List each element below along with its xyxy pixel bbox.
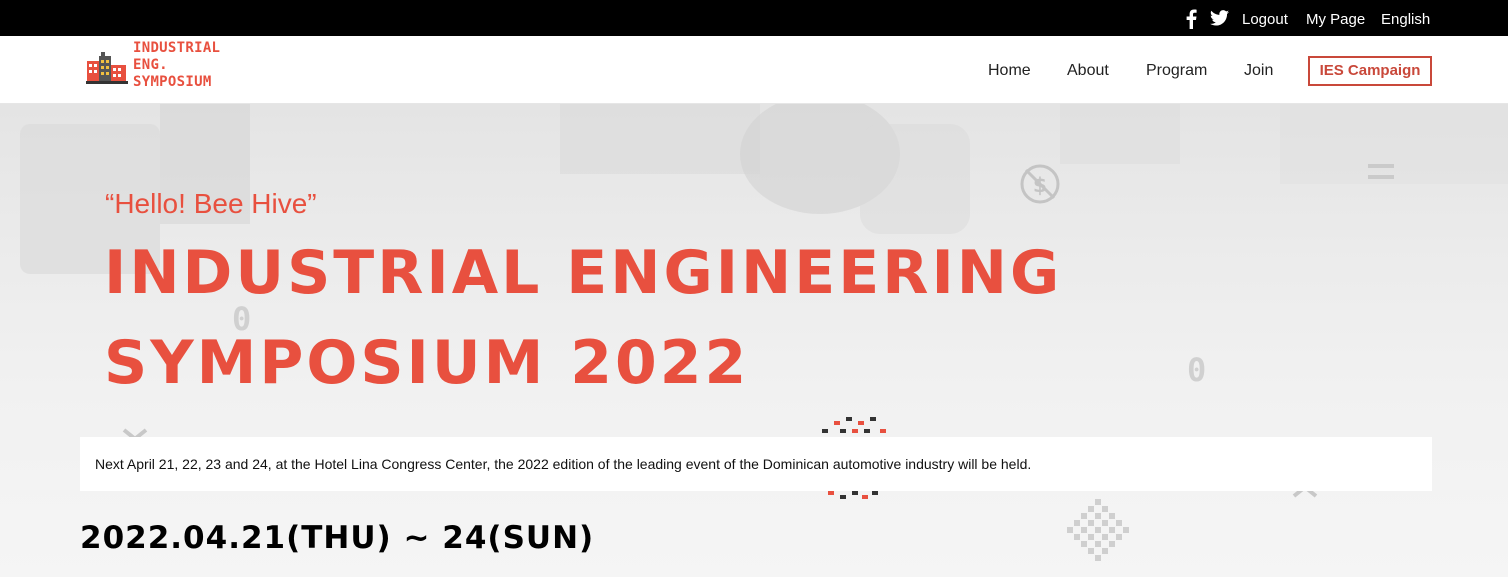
- nav-join[interactable]: Join: [1244, 62, 1273, 80]
- site-header: INDUSTRIAL ENG. SYMPOSIUM Home About Pro…: [0, 36, 1508, 104]
- event-notice-text: Next April 21, 22, 23 and 24, at the Hot…: [95, 456, 1032, 472]
- logo-line-3: SYMPOSIUM: [133, 74, 212, 90]
- logo-line-1: INDUSTRIAL: [133, 40, 221, 56]
- facebook-icon[interactable]: [1184, 9, 1198, 29]
- logo-line-2: ENG.: [133, 57, 168, 73]
- nav-about[interactable]: About: [1067, 62, 1109, 80]
- factory-logo-icon[interactable]: [86, 52, 130, 84]
- hero-subtitle: “Hello! Bee Hive”: [105, 188, 317, 219]
- nav-program[interactable]: Program: [1146, 62, 1207, 80]
- hero-section: $ 0 0: [0, 104, 1508, 577]
- hero-title: INDUSTRIAL ENGINEERING SYMPOSIUM 2022: [104, 238, 1063, 398]
- my-page-link[interactable]: My Page: [1306, 11, 1365, 29]
- twitter-icon[interactable]: [1210, 10, 1229, 26]
- ies-campaign-button[interactable]: IES Campaign: [1308, 56, 1432, 86]
- nav-home[interactable]: Home: [988, 62, 1031, 80]
- event-dates: 2022.04.21(THU) ~ 24(SUN): [80, 520, 595, 556]
- top-bar: Logout My Page English: [0, 0, 1508, 36]
- language-link[interactable]: English: [1381, 11, 1430, 29]
- event-notice-box: Next April 21, 22, 23 and 24, at the Hot…: [80, 437, 1432, 491]
- site-logo[interactable]: INDUSTRIAL ENG. SYMPOSIUM: [133, 40, 220, 91]
- logout-link[interactable]: Logout: [1242, 11, 1288, 29]
